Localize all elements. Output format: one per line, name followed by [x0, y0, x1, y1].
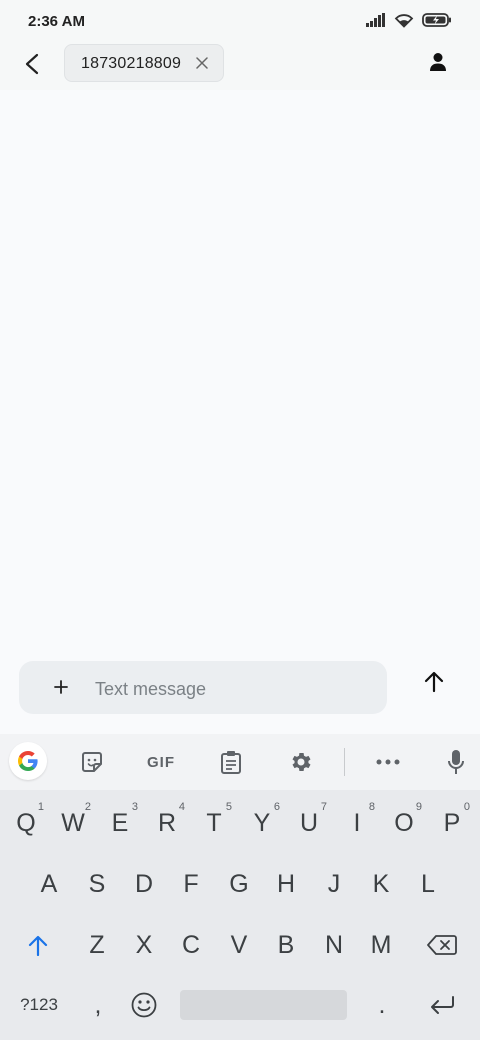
send-button[interactable] [418, 666, 450, 698]
gif-button[interactable]: GIF [140, 746, 182, 778]
clipboard-button[interactable] [215, 746, 247, 778]
recipient-number: 18730218809 [81, 55, 182, 72]
message-input[interactable] [93, 675, 377, 703]
google-button[interactable] [9, 742, 47, 780]
key-w[interactable]: W2 [51, 795, 95, 851]
more-button[interactable] [372, 746, 404, 778]
period-key[interactable]: . [360, 977, 404, 1033]
mic-icon [448, 750, 464, 774]
key-i[interactable]: I8 [335, 795, 379, 851]
keyboard: GIF Q1 W2 E3 R4 T5 Y6 U7 I8 O9 P0 A S D … [0, 734, 480, 1040]
key-k[interactable]: K [359, 856, 403, 912]
close-icon [196, 57, 208, 69]
key-n[interactable]: N [312, 917, 356, 973]
key-m[interactable]: M [359, 917, 403, 973]
arrow-up-icon [424, 671, 444, 693]
backspace-key[interactable] [420, 917, 464, 973]
emoji-icon [131, 992, 157, 1018]
backspace-icon [427, 935, 457, 955]
key-x[interactable]: X [122, 917, 166, 973]
app-bar: 18730218809 [0, 42, 480, 90]
space-key[interactable] [180, 990, 347, 1020]
gif-label: GIF [147, 753, 175, 771]
emoji-key[interactable] [122, 977, 166, 1033]
key-z[interactable]: Z [75, 917, 119, 973]
key-p[interactable]: P0 [430, 795, 474, 851]
key-y[interactable]: Y6 [240, 795, 284, 851]
signal-icon [366, 12, 386, 32]
key-r[interactable]: R4 [145, 795, 189, 851]
conversation-area [0, 90, 480, 650]
shift-arrow-icon [28, 935, 48, 956]
keyboard-toolbar: GIF [0, 734, 480, 790]
recipient-chip[interactable]: 18730218809 [64, 44, 224, 82]
toolbar-divider [344, 748, 345, 776]
more-icon [376, 759, 400, 765]
key-o[interactable]: O9 [382, 795, 426, 851]
status-time: 2:36 AM [28, 13, 85, 30]
key-a[interactable]: A [27, 856, 71, 912]
contact-button[interactable] [424, 48, 452, 76]
arrow-back-icon [25, 53, 39, 75]
shift-key[interactable] [16, 917, 60, 973]
key-h[interactable]: H [264, 856, 308, 912]
remove-recipient-button[interactable] [193, 54, 211, 72]
sticker-icon [82, 752, 102, 772]
key-s[interactable]: S [75, 856, 119, 912]
gear-icon [292, 753, 311, 771]
person-icon [430, 53, 446, 71]
battery-charging-icon [422, 12, 452, 32]
wifi-icon [394, 12, 414, 33]
key-u[interactable]: U7 [287, 795, 331, 851]
key-d[interactable]: D [122, 856, 166, 912]
key-q[interactable]: Q1 [4, 795, 48, 851]
voice-input-button[interactable] [440, 746, 472, 778]
key-j[interactable]: J [312, 856, 356, 912]
key-b[interactable]: B [264, 917, 308, 973]
enter-key[interactable] [420, 977, 464, 1033]
key-l[interactable]: L [406, 856, 450, 912]
symbols-key[interactable]: ?123 [14, 977, 64, 1033]
key-f[interactable]: F [169, 856, 213, 912]
back-button[interactable] [16, 48, 48, 80]
plus-icon [54, 680, 68, 694]
key-t[interactable]: T5 [192, 795, 236, 851]
sticker-button[interactable] [76, 746, 108, 778]
enter-icon [431, 996, 454, 1014]
key-g[interactable]: G [217, 856, 261, 912]
google-icon [18, 751, 38, 771]
clipboard-icon [221, 751, 241, 774]
key-v[interactable]: V [217, 917, 261, 973]
settings-button[interactable] [285, 746, 317, 778]
key-c[interactable]: C [169, 917, 213, 973]
status-bar: 2:36 AM [0, 0, 480, 42]
status-icons [366, 12, 452, 33]
comma-key[interactable]: , [76, 977, 120, 1033]
compose-bar [19, 661, 387, 714]
attach-button[interactable] [49, 675, 73, 699]
key-e[interactable]: E3 [98, 795, 142, 851]
